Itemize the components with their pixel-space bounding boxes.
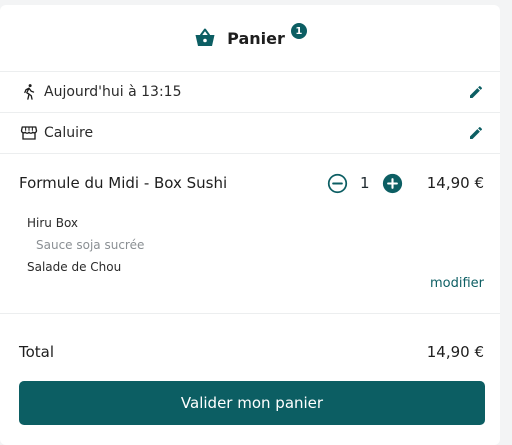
cart-item: Formule du Midi - Box Sushi 1 14,90 € Hi…: [0, 154, 500, 314]
storefront-icon: [20, 126, 38, 140]
pickup-time-text: Aujourd'hui à 13:15: [44, 84, 182, 100]
pencil-icon[interactable]: [468, 84, 484, 100]
item-price: 14,90 €: [426, 174, 484, 192]
total-value: 14,90 €: [426, 343, 484, 361]
cart-title: Panier: [227, 28, 285, 48]
cart-panel: Panier 1 Aujourd'hui à 13:15 Caluire For…: [0, 5, 500, 445]
item-option: Salade de Chou: [27, 260, 122, 274]
modify-link[interactable]: modifier: [430, 276, 484, 291]
cart-count-badge: 1: [290, 23, 307, 39]
total-label: Total: [19, 343, 55, 361]
item-sub-option: Sauce soja sucrée: [36, 238, 145, 252]
minus-circle-icon[interactable]: [327, 173, 348, 194]
walking-person-icon: [24, 84, 35, 100]
basket-icon: [195, 28, 215, 46]
item-name: Formule du Midi - Box Sushi: [19, 174, 228, 192]
pickup-time-row[interactable]: Aujourd'hui à 13:15: [0, 72, 500, 113]
cart-header: Panier 1: [0, 5, 500, 72]
store-row[interactable]: Caluire: [0, 113, 500, 154]
validate-cart-button[interactable]: Valider mon panier: [19, 381, 485, 425]
plus-circle-icon[interactable]: [382, 173, 403, 194]
total-row: Total 14,90 €: [0, 314, 500, 384]
pencil-icon[interactable]: [468, 125, 484, 141]
quantity-stepper: 1: [327, 173, 403, 194]
quantity-value: 1: [359, 174, 370, 192]
cart-item-header: Formule du Midi - Box Sushi 1 14,90 €: [19, 154, 484, 212]
item-option: Hiru Box: [27, 216, 79, 230]
store-name: Caluire: [44, 125, 94, 141]
